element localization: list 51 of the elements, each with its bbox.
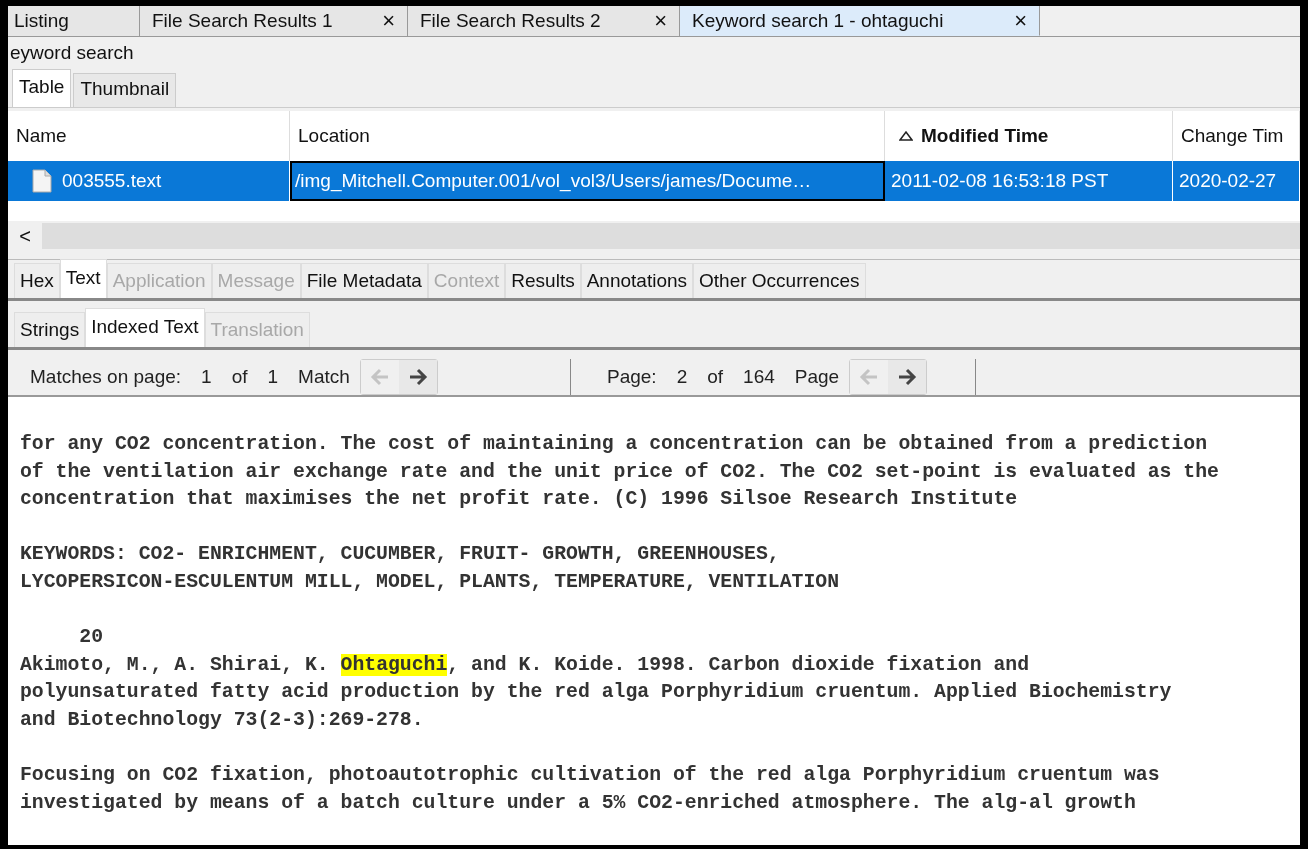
viewer-tab[interactable]: Results: [505, 263, 581, 299]
text-line: of the ventilation air exchange rate and the unit price of CO2. The CO2 set-point is evaluated as the: [20, 459, 1220, 485]
viewer-tab[interactable]: Text: [59, 259, 107, 299]
sub-tab[interactable]: Strings: [14, 312, 86, 348]
table-cell: 2011-02-08 16:53:18 PST: [885, 161, 1173, 202]
text-line: 20: [78, 625, 105, 651]
viewer-tab[interactable]: Annotations: [580, 263, 694, 299]
text-line: concentration that maximises the net profit rate. (C) 1996 Silsoe Research Institute: [20, 487, 1019, 513]
close-icon[interactable]: ×: [1014, 9, 1027, 32]
of-label: of: [707, 366, 724, 389]
scroll-left-button[interactable]: <: [8, 224, 42, 248]
sort-triangle-icon: [899, 131, 913, 142]
unit-label: Page: [794, 366, 840, 389]
text-line: Focusing on CO2 fixation, photoautotrophic cultivation of the red alga Porphyridium cruentum was: [20, 763, 1161, 789]
table-cell: 003555.text: [62, 170, 162, 193]
horizontal-scrollbar[interactable]: <: [8, 221, 1300, 252]
viewer-tab[interactable]: File Metadata: [300, 263, 428, 299]
total-number: 164: [743, 366, 775, 389]
sub-tab[interactable]: Indexed Text: [85, 308, 205, 348]
table-cell: 2020-02-27: [1173, 161, 1300, 202]
next-button[interactable]: [398, 360, 437, 395]
text-line: for any CO2 concentration. The cost of maintaining a concentration can be obtained from a prediction: [20, 432, 1209, 458]
document-tab[interactable]: File Search Results 1 ×: [140, 6, 408, 36]
close-icon[interactable]: ×: [382, 10, 395, 32]
viewer-tab[interactable]: Other Occurrences: [693, 263, 866, 299]
document-tab[interactable]: File Search Results 2 ×: [408, 6, 680, 36]
viewer-tab[interactable]: Hex: [14, 263, 60, 299]
column-header[interactable]: Location: [290, 111, 885, 162]
text-line: Akimoto, M., A. Shirai, K. Ohtaguchi, and K. Koide. 1998. Carbon dioxide fixation and: [20, 652, 1031, 678]
current-number: 2: [676, 366, 688, 389]
unit-label: Match: [298, 366, 350, 389]
text-line: and Biotechnology 73(2-3):269-278.: [20, 708, 425, 734]
total-number: 1: [267, 366, 279, 389]
view-tab[interactable]: Table: [12, 69, 72, 107]
toolbar-label: Page:: [607, 366, 657, 389]
document-tab[interactable]: Listing: [8, 6, 140, 36]
panel-title: eyword search: [10, 41, 135, 65]
document-tab[interactable]: Keyword search 1 - ohtaguchi ×: [680, 6, 1040, 36]
text-line: KEYWORDS: CO2- ENRICHMENT, CUCUMBER, FRUIT- GROWTH, GREENHOUSES,: [20, 542, 781, 568]
text-line: polyunsaturated fatty acid production by the red alga Porphyridium cruentum. Applied Biochemistry: [20, 680, 1173, 706]
text-line: LYCOPERSICON-ESCULENTUM MILL, MODEL, PLANTS, TEMPERATURE, VENTILATION: [20, 570, 841, 596]
table-cell: /img_Mitchell.Computer.001/vol_vol3/Users/james/Docume…: [290, 161, 885, 202]
view-tab[interactable]: Thumbnail: [73, 73, 177, 107]
of-label: of: [231, 366, 248, 389]
text-line: investigated by means of a batch culture under a 5% CO2-enriched atmosphere. The alg-al growth: [20, 790, 1137, 816]
next-button[interactable]: [888, 360, 927, 395]
table-row[interactable]: 003555.text /img_Mitchell.Computer.001/vol_vol3/Users/james/Docume… 2011-02-08 16:53:18 PST 2020-02-27: [8, 161, 1300, 202]
document-icon: [32, 169, 52, 194]
close-icon[interactable]: ×: [654, 10, 667, 32]
current-number: 1: [201, 366, 212, 389]
toolbar-label: Matches on page:: [30, 366, 182, 389]
